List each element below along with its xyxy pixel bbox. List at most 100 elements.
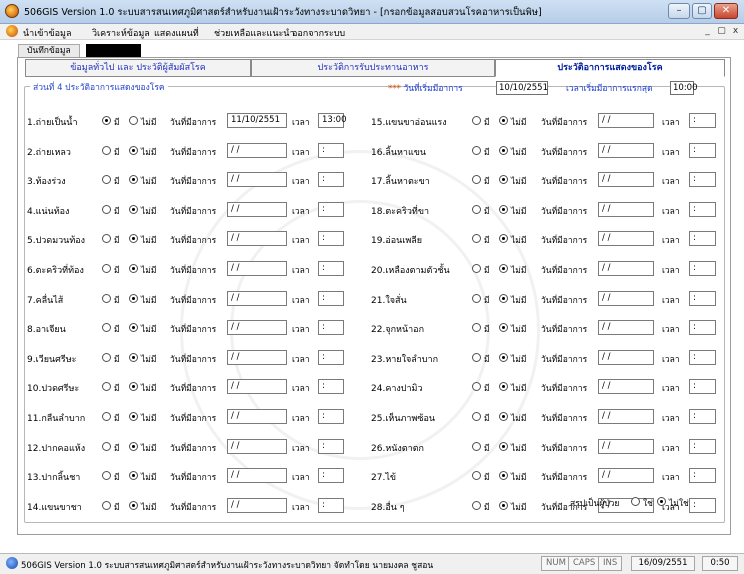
menu-bar: นำเข้าข้อมูล วิเคราะห์ข้อมูล แสดงแผนที่ … [0,24,744,40]
onset-date-input[interactable]: / / [598,320,654,335]
onset-date-input[interactable]: / / [598,291,654,306]
onset-date-label: วันที่มีอาการ [541,266,588,276]
onset-time-input[interactable]: : [689,202,716,217]
symptom-no-radio[interactable] [499,353,508,362]
onset-time-input[interactable]: : [689,409,716,424]
menu-help[interactable]: ช่วยเหลือและแนะนำ [214,26,295,40]
conclusion-yes-radio[interactable] [631,497,640,506]
onset-time-input[interactable]: : [689,320,716,335]
symptom-yes-label: มี [484,236,490,246]
status-text: 506GIS Version 1.0 ระบบสารสนเทศภูมิศาสตร… [21,561,434,571]
symptom-no-radio[interactable] [499,116,508,125]
onset-date-input[interactable]: / / [598,468,654,483]
onset-time-input[interactable]: : [689,379,716,394]
menu-import[interactable]: นำเข้าข้อมูล [23,26,72,40]
symptom-no-radio[interactable] [499,501,508,510]
tab-symptom-history[interactable]: ประวัติอาการแสดงของโรค [495,59,725,77]
onset-date-label: วันที่มีอาการ [541,177,588,187]
symptom-no-radio[interactable] [499,323,508,332]
status-globe-icon [6,557,18,569]
symptom-no-radio[interactable] [499,294,508,303]
onset-date-input[interactable]: / / [598,439,654,454]
onset-time-input[interactable]: : [689,291,716,306]
onset-time-input[interactable]: : [689,439,716,454]
menu-exit[interactable]: ออกจากระบบ [292,26,345,40]
symptom-yes-radio[interactable] [472,353,481,362]
first-time-input[interactable]: 10:00 [670,81,698,95]
start-date-label-text: วันที่เริ่มมีอาการ [403,84,463,94]
status-caps: CAPS [568,556,601,571]
onset-date-input[interactable]: / / [598,202,654,217]
onset-date-input[interactable]: / / [598,231,654,246]
onset-time-label: เวลา [662,266,680,276]
symptom-no-label: ไม่มี [511,177,527,187]
mdi-restore-icon[interactable]: ▢ [716,26,727,37]
symptom-row: 26.หนังตาตก มี ไม่มี วันที่มีอาการ / / เวลา: [0,439,744,455]
minimize-button[interactable]: – [668,3,690,19]
symptom-name: 25.เห็นภาพซ้อน [371,414,436,424]
onset-time-input[interactable]: : [689,113,716,128]
onset-time-label: เวลา [662,177,680,187]
symptom-yes-radio[interactable] [472,146,481,155]
symptom-yes-radio[interactable] [472,471,481,480]
symptom-yes-radio[interactable] [472,116,481,125]
symptom-name: 22.จุกหน้าอก [371,325,425,335]
onset-date-input[interactable]: / / [598,409,654,424]
symptom-yes-radio[interactable] [472,323,481,332]
status-time: 0:50 [702,556,738,571]
symptom-no-radio[interactable] [499,205,508,214]
symptom-yes-radio[interactable] [472,264,481,273]
restore-button[interactable]: ▢ [692,3,712,19]
symptom-no-radio[interactable] [499,234,508,243]
symptom-no-radio[interactable] [499,175,508,184]
symptom-no-radio[interactable] [499,442,508,451]
menu-map[interactable]: แสดงแผนที่ [154,26,199,40]
symptom-yes-radio[interactable] [472,442,481,451]
onset-time-input[interactable]: : [689,261,716,276]
mdi-close-icon[interactable]: x [730,26,741,37]
tab-food-history[interactable]: ประวัติการรับประทานอาหาร [251,59,495,77]
onset-date-input[interactable]: / / [598,379,654,394]
status-ins: INS [598,556,623,571]
symptom-no-label: ไม่มี [511,207,527,217]
symptom-yes-label: มี [484,207,490,217]
symptom-no-radio[interactable] [499,146,508,155]
mdi-minimize-icon[interactable]: _ [702,26,713,37]
symptom-no-radio[interactable] [499,264,508,273]
symptom-no-radio[interactable] [499,382,508,391]
onset-time-input[interactable]: : [689,350,716,365]
symptom-no-label: ไม่มี [511,325,527,335]
onset-date-input[interactable]: / / [598,143,654,158]
symptom-row: 23.หายใจลำบาก มี ไม่มี วันที่มีอาการ / / เวลา… [0,350,744,366]
start-date-input[interactable]: 10/10/2551 [496,81,548,95]
mdi-app-icon [6,25,18,37]
onset-time-input[interactable]: : [689,143,716,158]
symptom-yes-radio[interactable] [472,412,481,421]
onset-time-input[interactable]: : [689,468,716,483]
onset-date-input[interactable]: / / [598,261,654,276]
symptom-yes-radio[interactable] [472,205,481,214]
onset-date-input[interactable]: / / [598,113,654,128]
symptom-yes-radio[interactable] [472,382,481,391]
close-button[interactable]: ✕ [714,3,738,19]
onset-time-label: เวลา [662,148,680,158]
symptom-no-radio[interactable] [499,412,508,421]
onset-time-input[interactable]: : [689,172,716,187]
tab-strip: ข้อมูลทั่วไป และ ประวัติผู้สัมผัสโรค ประ… [25,59,725,77]
onset-date-input[interactable]: / / [598,172,654,187]
symptom-yes-label: มี [484,325,490,335]
symptom-yes-radio[interactable] [472,175,481,184]
onset-time-label: เวลา [662,296,680,306]
menu-analyze[interactable]: วิเคราะห์ข้อมูล [92,26,150,40]
symptom-no-radio[interactable] [499,471,508,480]
onset-date-input[interactable]: / / [598,350,654,365]
symptom-yes-radio[interactable] [472,501,481,510]
onset-time-input[interactable]: : [689,231,716,246]
conclusion-no-radio[interactable] [657,497,666,506]
group-legend: ส่วนที่ 4 ประวัติอาการแสดงของโรค [30,80,168,94]
symptom-name: 24.คางปามิว [371,384,423,394]
symptom-yes-radio[interactable] [472,234,481,243]
symptom-yes-radio[interactable] [472,294,481,303]
tab-general-info[interactable]: ข้อมูลทั่วไป และ ประวัติผู้สัมผัสโรค [25,59,251,77]
page-tab-record[interactable]: บันทึกข้อมูล [18,44,80,57]
